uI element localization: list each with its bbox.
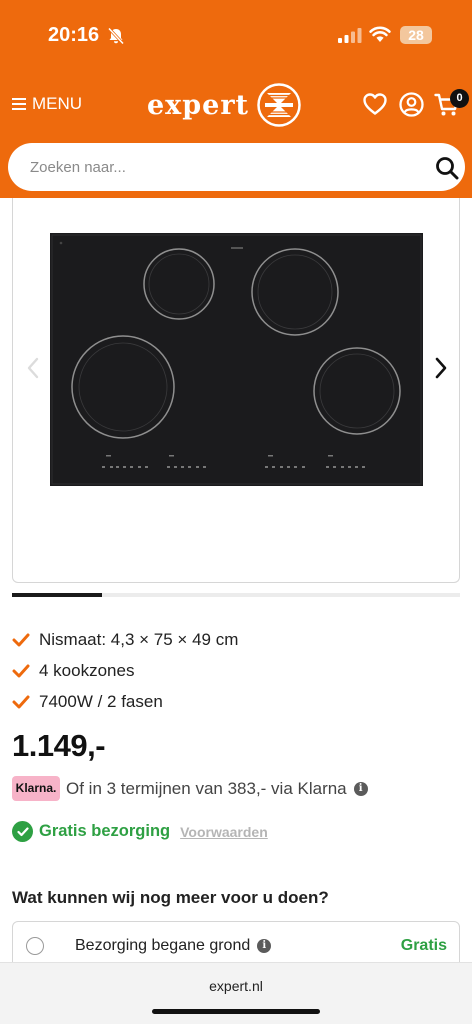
search-bar — [8, 143, 465, 191]
previous-image-arrow-icon[interactable] — [25, 356, 41, 380]
gallery-progress-track — [12, 593, 460, 597]
search-icon[interactable] — [435, 156, 459, 180]
gallery-progress-fill — [12, 593, 102, 597]
status-time: 20:16 — [48, 24, 100, 46]
menu-label: MENU — [32, 94, 83, 113]
heart-icon[interactable] — [362, 92, 388, 116]
user-icon[interactable] — [399, 92, 424, 117]
logo-mark-icon — [257, 83, 301, 127]
expert-logo[interactable]: expert — [147, 83, 301, 127]
klarna-logo: Klarna. — [12, 776, 60, 801]
site-header: MENU expert 0 — [0, 80, 472, 130]
home-indicator — [152, 1009, 320, 1014]
conditions-link[interactable]: Voorwaarden — [180, 824, 268, 840]
product-price: 1.149,- — [12, 728, 106, 763]
services-heading: Wat kunnen wij nog meer voor u doen? — [12, 888, 329, 907]
product-gallery[interactable] — [12, 198, 460, 583]
logo-text: expert — [147, 89, 250, 121]
option-price: Gratis — [400, 937, 447, 954]
klarna-installments: Klarna. Of in 3 termijnen van 383,- via … — [12, 776, 368, 801]
next-image-arrow-icon[interactable] — [433, 356, 449, 380]
url-text[interactable]: expert.nl — [0, 978, 472, 994]
wifi-icon — [369, 26, 391, 42]
feature-text: 4 kookzones — [39, 660, 135, 680]
status-bar: 20:16 28 — [0, 0, 472, 70]
feature-item: 7400W / 2 fasen — [12, 686, 238, 717]
green-check-icon — [12, 821, 33, 842]
klarna-text: Of in 3 termijnen van 383,- via Klarna — [66, 778, 347, 798]
option-label-wrap: Bezorging begane grond i — [75, 937, 272, 955]
signal-icon — [338, 28, 362, 43]
bell-slash-icon — [107, 27, 125, 45]
option-radio[interactable] — [26, 937, 44, 955]
browser-address-bar: expert.nl — [0, 962, 472, 1024]
feature-text: 7400W / 2 fasen — [39, 691, 163, 711]
menu-button[interactable]: MENU — [12, 94, 82, 114]
option-label: Bezorging begane grond — [75, 937, 251, 954]
feature-text: Nismaat: 4,3 × 75 × 49 cm — [39, 629, 239, 649]
check-icon — [12, 695, 30, 708]
free-delivery-label: Gratis bezorging — [39, 822, 171, 840]
check-icon — [12, 633, 30, 646]
product-image — [50, 233, 423, 486]
free-delivery: Gratis bezorging Voorwaarden — [12, 821, 268, 842]
battery-indicator: 28 — [400, 26, 432, 44]
hamburger-icon — [12, 98, 26, 110]
check-icon — [12, 664, 30, 677]
info-icon[interactable]: i — [353, 781, 368, 796]
search-input[interactable] — [30, 143, 420, 191]
feature-list: Nismaat: 4,3 × 75 × 49 cm 4 kookzones 74… — [12, 624, 238, 717]
feature-item: 4 kookzones — [12, 655, 238, 686]
info-icon[interactable]: i — [257, 939, 272, 953]
cart-count-badge: 0 — [450, 89, 469, 108]
feature-item: Nismaat: 4,3 × 75 × 49 cm — [12, 624, 238, 655]
